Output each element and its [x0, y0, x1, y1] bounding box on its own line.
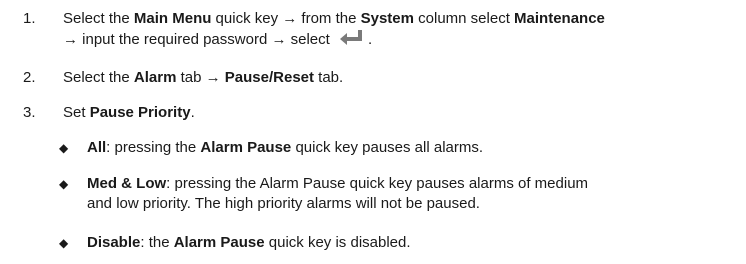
pause-reset-tab-label: Pause/Reset — [224, 69, 314, 86]
option-line: and low priority. The high priority alar… — [87, 195, 480, 212]
text: . — [367, 31, 373, 48]
text: . — [190, 104, 195, 121]
text: quick key pauses all alarms. — [291, 139, 484, 156]
system-label: System — [360, 10, 414, 27]
option-name: All — [87, 139, 107, 156]
text: quick key → from the — [211, 10, 361, 27]
step-text: Select the Main Menu quick key → from th… — [63, 9, 746, 53]
maintenance-label: Maintenance — [514, 10, 605, 27]
text: Select the — [63, 69, 134, 86]
main-menu-label: Main Menu — [133, 10, 212, 27]
option-text: Disable: the Alarm Pause quick key is di… — [87, 233, 742, 253]
alarm-pause-label: Alarm Pause — [200, 139, 292, 156]
pause-priority-label: Pause Priority — [89, 104, 191, 121]
text: Set — [63, 104, 90, 121]
text: column select — [413, 10, 515, 27]
instruction-page: 1. Select the Main Menu quick key → from… — [0, 0, 746, 264]
text: : pressing the Alarm Pause quick key pau… — [166, 175, 589, 192]
option-text: All: pressing the Alarm Pause quick key … — [87, 138, 742, 158]
option-text: Med & Low: pressing the Alarm Pause quic… — [87, 174, 742, 214]
option-name: Disable — [87, 234, 141, 251]
step-number: 2. — [23, 69, 36, 86]
bullet-diamond-icon: ◆ — [59, 236, 69, 250]
step-number: 3. — [23, 104, 36, 121]
step-number: 1. — [23, 10, 36, 27]
step-line: → input the required password → select . — [63, 29, 746, 53]
text: Select the — [63, 10, 134, 27]
enter-key-icon — [338, 29, 366, 53]
text: : pressing the — [106, 139, 201, 156]
option-line: Med & Low: pressing the Alarm Pause quic… — [87, 174, 742, 194]
bullet-diamond-icon: ◆ — [59, 177, 69, 191]
text: quick key is disabled. — [264, 234, 411, 251]
text: tab → — [176, 69, 225, 86]
text: tab. — [314, 69, 344, 86]
text: → input the required password → select — [63, 31, 334, 48]
alarm-pause-label: Alarm Pause — [173, 234, 265, 251]
alarm-tab-label: Alarm — [133, 69, 177, 86]
step-text: Select the Alarm tab → Pause/Reset tab. — [63, 68, 746, 88]
step-line: Select the Main Menu quick key → from th… — [63, 9, 746, 29]
text: : the — [140, 234, 174, 251]
bullet-diamond-icon: ◆ — [59, 141, 69, 155]
option-name: Med & Low — [87, 175, 167, 192]
step-text: Set Pause Priority. — [63, 103, 746, 123]
